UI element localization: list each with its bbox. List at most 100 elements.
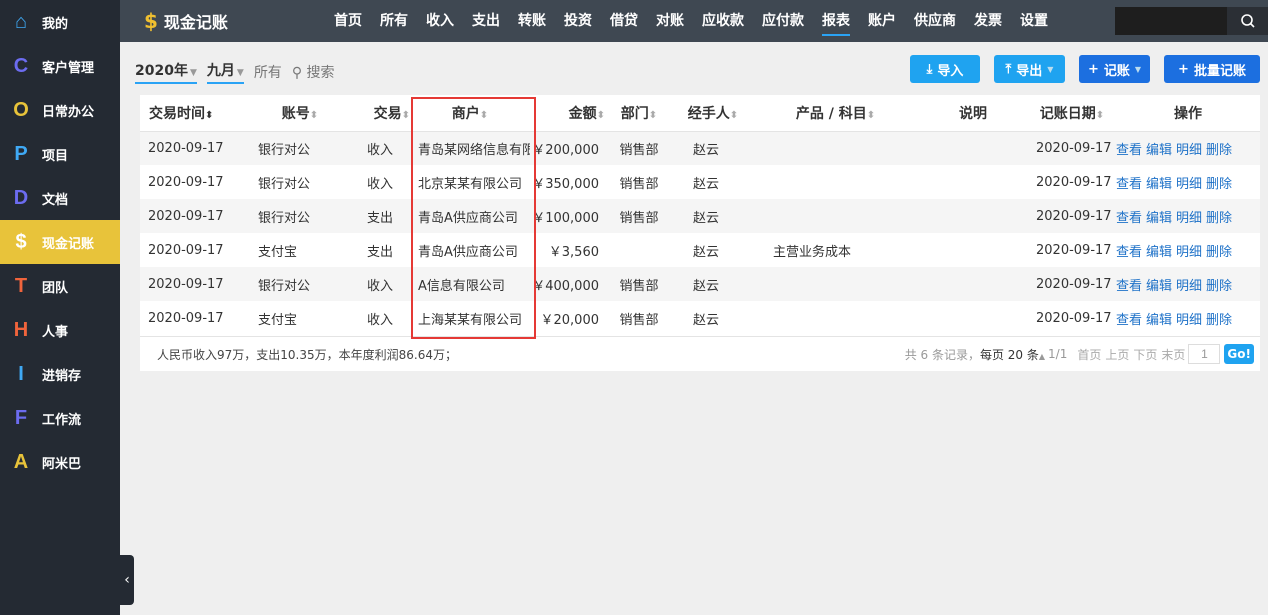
nav-item-9[interactable]: 应付款	[762, 0, 804, 42]
dollar-icon: $	[144, 9, 158, 33]
filter-all[interactable]: 所有	[254, 62, 282, 82]
sort-icon[interactable]: ⬍	[867, 110, 875, 121]
action-1[interactable]: 编辑	[1146, 143, 1172, 158]
sidebar-item-7[interactable]: H 人事	[0, 308, 120, 352]
column-header-3[interactable]: 商户⬍	[410, 95, 530, 132]
action-1[interactable]: 编辑	[1146, 313, 1172, 328]
sort-icon[interactable]: ⬍	[402, 110, 410, 121]
month-dropdown[interactable]: 九月 ▼	[206, 60, 244, 84]
sort-icon[interactable]: ⬍	[730, 110, 738, 121]
action-2[interactable]: 明细	[1176, 313, 1202, 328]
collapse-sidebar-button[interactable]: ‹	[120, 555, 134, 605]
transactions-table-card: 交易时间⬍ 账号⬍ 交易⬍ 商户⬍ 金额⬍ 部门⬍ 经手人⬍ 产品 / 科目⬍ 说明 记账日期⬍ 操…	[140, 95, 1260, 371]
table-row: 2020-09-17 银行对公 支出 青岛A供应商公司 ￥100,000 销售部 赵云 202…	[140, 199, 1260, 233]
action-2[interactable]: 明细	[1176, 245, 1202, 260]
action-3[interactable]: 删除	[1206, 143, 1232, 158]
action-2[interactable]: 明细	[1176, 211, 1202, 226]
sidebar-icon: C	[13, 54, 29, 77]
action-1[interactable]: 编辑	[1146, 245, 1172, 260]
action-3[interactable]: 删除	[1206, 245, 1232, 260]
nav-item-8[interactable]: 应收款	[702, 0, 744, 42]
nav-item-2[interactable]: 收入	[426, 0, 454, 42]
action-1[interactable]: 编辑	[1146, 211, 1172, 226]
sidebar: ⌂ 我的 C 客户管理 O 日常办公 P 项目 D 文档 $ 现金记账 T 团队 H 人事 I 进销存 F 工作流 A 阿…	[0, 0, 120, 615]
nav-item-1[interactable]: 所有	[380, 0, 408, 42]
column-header-6[interactable]: 经手人⬍	[673, 95, 753, 132]
import-button[interactable]: ⤓ 导入	[910, 55, 980, 83]
sort-icon[interactable]: ⬍	[310, 110, 318, 121]
nav-item-13[interactable]: 发票	[974, 0, 1002, 42]
sort-icon[interactable]: ⬍	[205, 110, 213, 121]
sidebar-item-3[interactable]: P 项目	[0, 132, 120, 176]
action-0[interactable]: 查看	[1116, 177, 1142, 192]
sort-icon[interactable]: ⬍	[649, 110, 657, 121]
column-header-9[interactable]: 记账日期⬍	[1028, 95, 1116, 132]
action-3[interactable]: 删除	[1206, 313, 1232, 328]
column-header-2[interactable]: 交易⬍	[350, 95, 410, 132]
export-button[interactable]: ⤒ 导出 ▼	[994, 55, 1065, 83]
cell: 销售部	[619, 312, 659, 328]
action-0[interactable]: 查看	[1116, 143, 1142, 158]
nav-item-7[interactable]: 对账	[656, 0, 684, 42]
nav-item-4[interactable]: 转账	[518, 0, 546, 42]
batch-record-button[interactable]: + 批量记账	[1164, 55, 1260, 83]
page-input[interactable]	[1188, 344, 1221, 364]
column-header-5[interactable]: 部门⬍	[605, 95, 673, 132]
column-header-4[interactable]: 金额⬍	[530, 95, 605, 132]
cell	[753, 301, 918, 335]
search-link[interactable]: ⚲ 搜索	[292, 62, 335, 82]
action-1[interactable]: 编辑	[1146, 177, 1172, 192]
action-2[interactable]: 明细	[1176, 279, 1202, 294]
action-3[interactable]: 删除	[1206, 279, 1232, 294]
cell: 银行对公	[250, 199, 350, 233]
sidebar-item-5[interactable]: $ 现金记账	[0, 220, 120, 264]
last-page-link[interactable]: 末页	[1161, 346, 1185, 363]
cell: 2020-09-17	[140, 199, 250, 233]
action-0[interactable]: 查看	[1116, 313, 1142, 328]
action-3[interactable]: 删除	[1206, 211, 1232, 226]
action-2[interactable]: 明细	[1176, 143, 1202, 158]
nav-item-0[interactable]: 首页	[334, 0, 362, 42]
record-button[interactable]: + 记账 ▼	[1079, 55, 1150, 83]
year-dropdown[interactable]: 2020年 ▼	[135, 60, 197, 84]
column-header-7[interactable]: 产品 / 科目⬍	[753, 95, 918, 132]
sort-icon[interactable]: ⬍	[1096, 110, 1104, 121]
sidebar-item-6[interactable]: T 团队	[0, 264, 120, 308]
nav-item-12[interactable]: 供应商	[914, 0, 956, 42]
nav-item-10[interactable]: 报表	[822, 0, 850, 42]
action-0[interactable]: 查看	[1116, 211, 1142, 226]
nav-item-3[interactable]: 支出	[472, 0, 500, 42]
column-header-0[interactable]: 交易时间⬍	[140, 95, 250, 132]
sidebar-item-2[interactable]: O 日常办公	[0, 88, 120, 132]
sidebar-item-8[interactable]: I 进销存	[0, 352, 120, 396]
go-button[interactable]: Go!	[1224, 344, 1254, 364]
sort-icon[interactable]: ⬍	[597, 110, 605, 121]
action-1[interactable]: 编辑	[1146, 279, 1172, 294]
sidebar-icon: ⌂	[14, 10, 28, 33]
action-0[interactable]: 查看	[1116, 279, 1142, 294]
sidebar-item-10[interactable]: A 阿米巴	[0, 440, 120, 484]
record-count: 共 6 条记录，	[904, 347, 980, 362]
search-button[interactable]	[1227, 7, 1268, 35]
sidebar-item-1[interactable]: C 客户管理	[0, 44, 120, 88]
column-header-1[interactable]: 账号⬍	[250, 95, 350, 132]
action-3[interactable]: 删除	[1206, 177, 1232, 192]
sidebar-item-4[interactable]: D 文档	[0, 176, 120, 220]
sort-icon[interactable]: ⬍	[480, 110, 488, 121]
first-page-link[interactable]: 首页	[1077, 346, 1101, 363]
next-page-link[interactable]: 下页	[1133, 346, 1157, 363]
per-page-select[interactable]: 每页 20 条▲	[980, 346, 1045, 363]
cell: 收入	[366, 176, 393, 192]
sidebar-item-0[interactable]: ⌂ 我的	[0, 0, 120, 44]
nav-item-14[interactable]: 设置	[1020, 0, 1048, 42]
action-0[interactable]: 查看	[1116, 245, 1142, 260]
search-input[interactable]	[1115, 7, 1227, 35]
nav-item-5[interactable]: 投资	[564, 0, 592, 42]
nav-item-11[interactable]: 账户	[868, 0, 896, 42]
nav-item-6[interactable]: 借贷	[610, 0, 638, 42]
table-row: 2020-09-17 支付宝 支出 青岛A供应商公司 ￥3,560 赵云 主营业务成本 202…	[140, 233, 1260, 267]
action-2[interactable]: 明细	[1176, 177, 1202, 192]
prev-page-link[interactable]: 上页	[1105, 346, 1129, 363]
sidebar-item-9[interactable]: F 工作流	[0, 396, 120, 440]
cell: 2020-09-17	[1028, 267, 1116, 301]
